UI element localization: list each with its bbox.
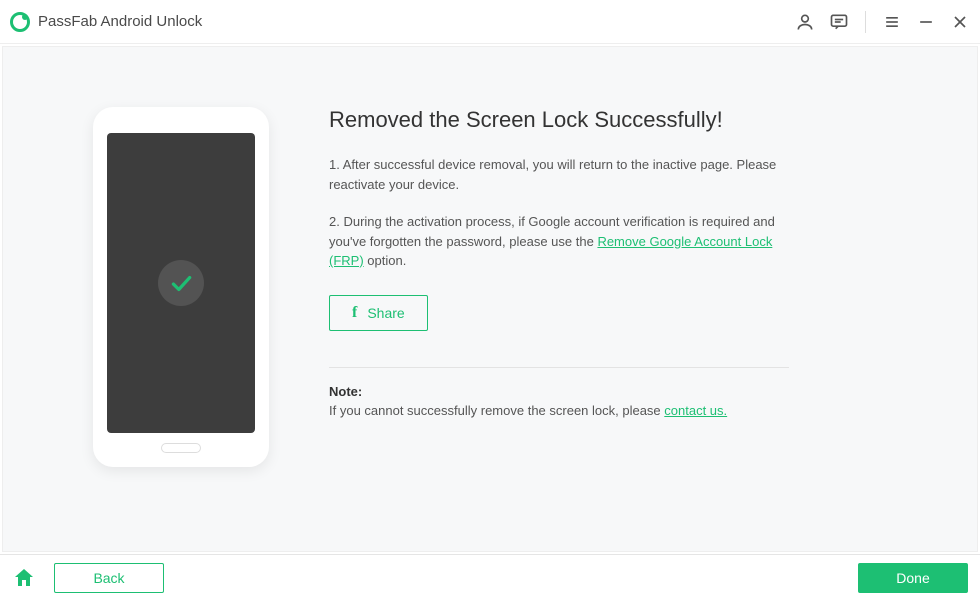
minimize-icon[interactable] (916, 12, 936, 32)
note-label: Note: (329, 384, 789, 399)
checkmark-icon (158, 260, 204, 306)
content-column: Removed the Screen Lock Successfully! 1.… (329, 107, 789, 418)
user-icon[interactable] (795, 12, 815, 32)
instruction-2-post: option. (364, 253, 407, 268)
phone-home-button (161, 443, 201, 453)
main-panel: Removed the Screen Lock Successfully! 1.… (2, 46, 978, 552)
app-logo (10, 12, 30, 32)
app-title: PassFab Android Unlock (38, 13, 202, 30)
note-text-pre: If you cannot successfully remove the sc… (329, 403, 664, 418)
close-icon[interactable] (950, 12, 970, 32)
titlebar-separator (865, 11, 866, 33)
facebook-icon: f (352, 304, 357, 322)
instruction-1: 1. After successful device removal, you … (329, 155, 789, 194)
titlebar-icons (795, 11, 970, 33)
share-button[interactable]: f Share (329, 295, 428, 331)
note-text: If you cannot successfully remove the sc… (329, 403, 789, 418)
contact-us-link[interactable]: contact us. (664, 403, 727, 418)
feedback-icon[interactable] (829, 12, 849, 32)
divider (329, 367, 789, 368)
phone-illustration (93, 107, 269, 467)
home-icon[interactable] (12, 566, 36, 590)
titlebar: PassFab Android Unlock (0, 0, 980, 44)
back-button[interactable]: Back (54, 563, 164, 593)
menu-icon[interactable] (882, 12, 902, 32)
success-heading: Removed the Screen Lock Successfully! (329, 107, 789, 133)
done-button[interactable]: Done (858, 563, 968, 593)
footer-bar: Back Done (0, 554, 980, 600)
instruction-2: 2. During the activation process, if Goo… (329, 212, 789, 271)
share-label: Share (367, 305, 404, 321)
